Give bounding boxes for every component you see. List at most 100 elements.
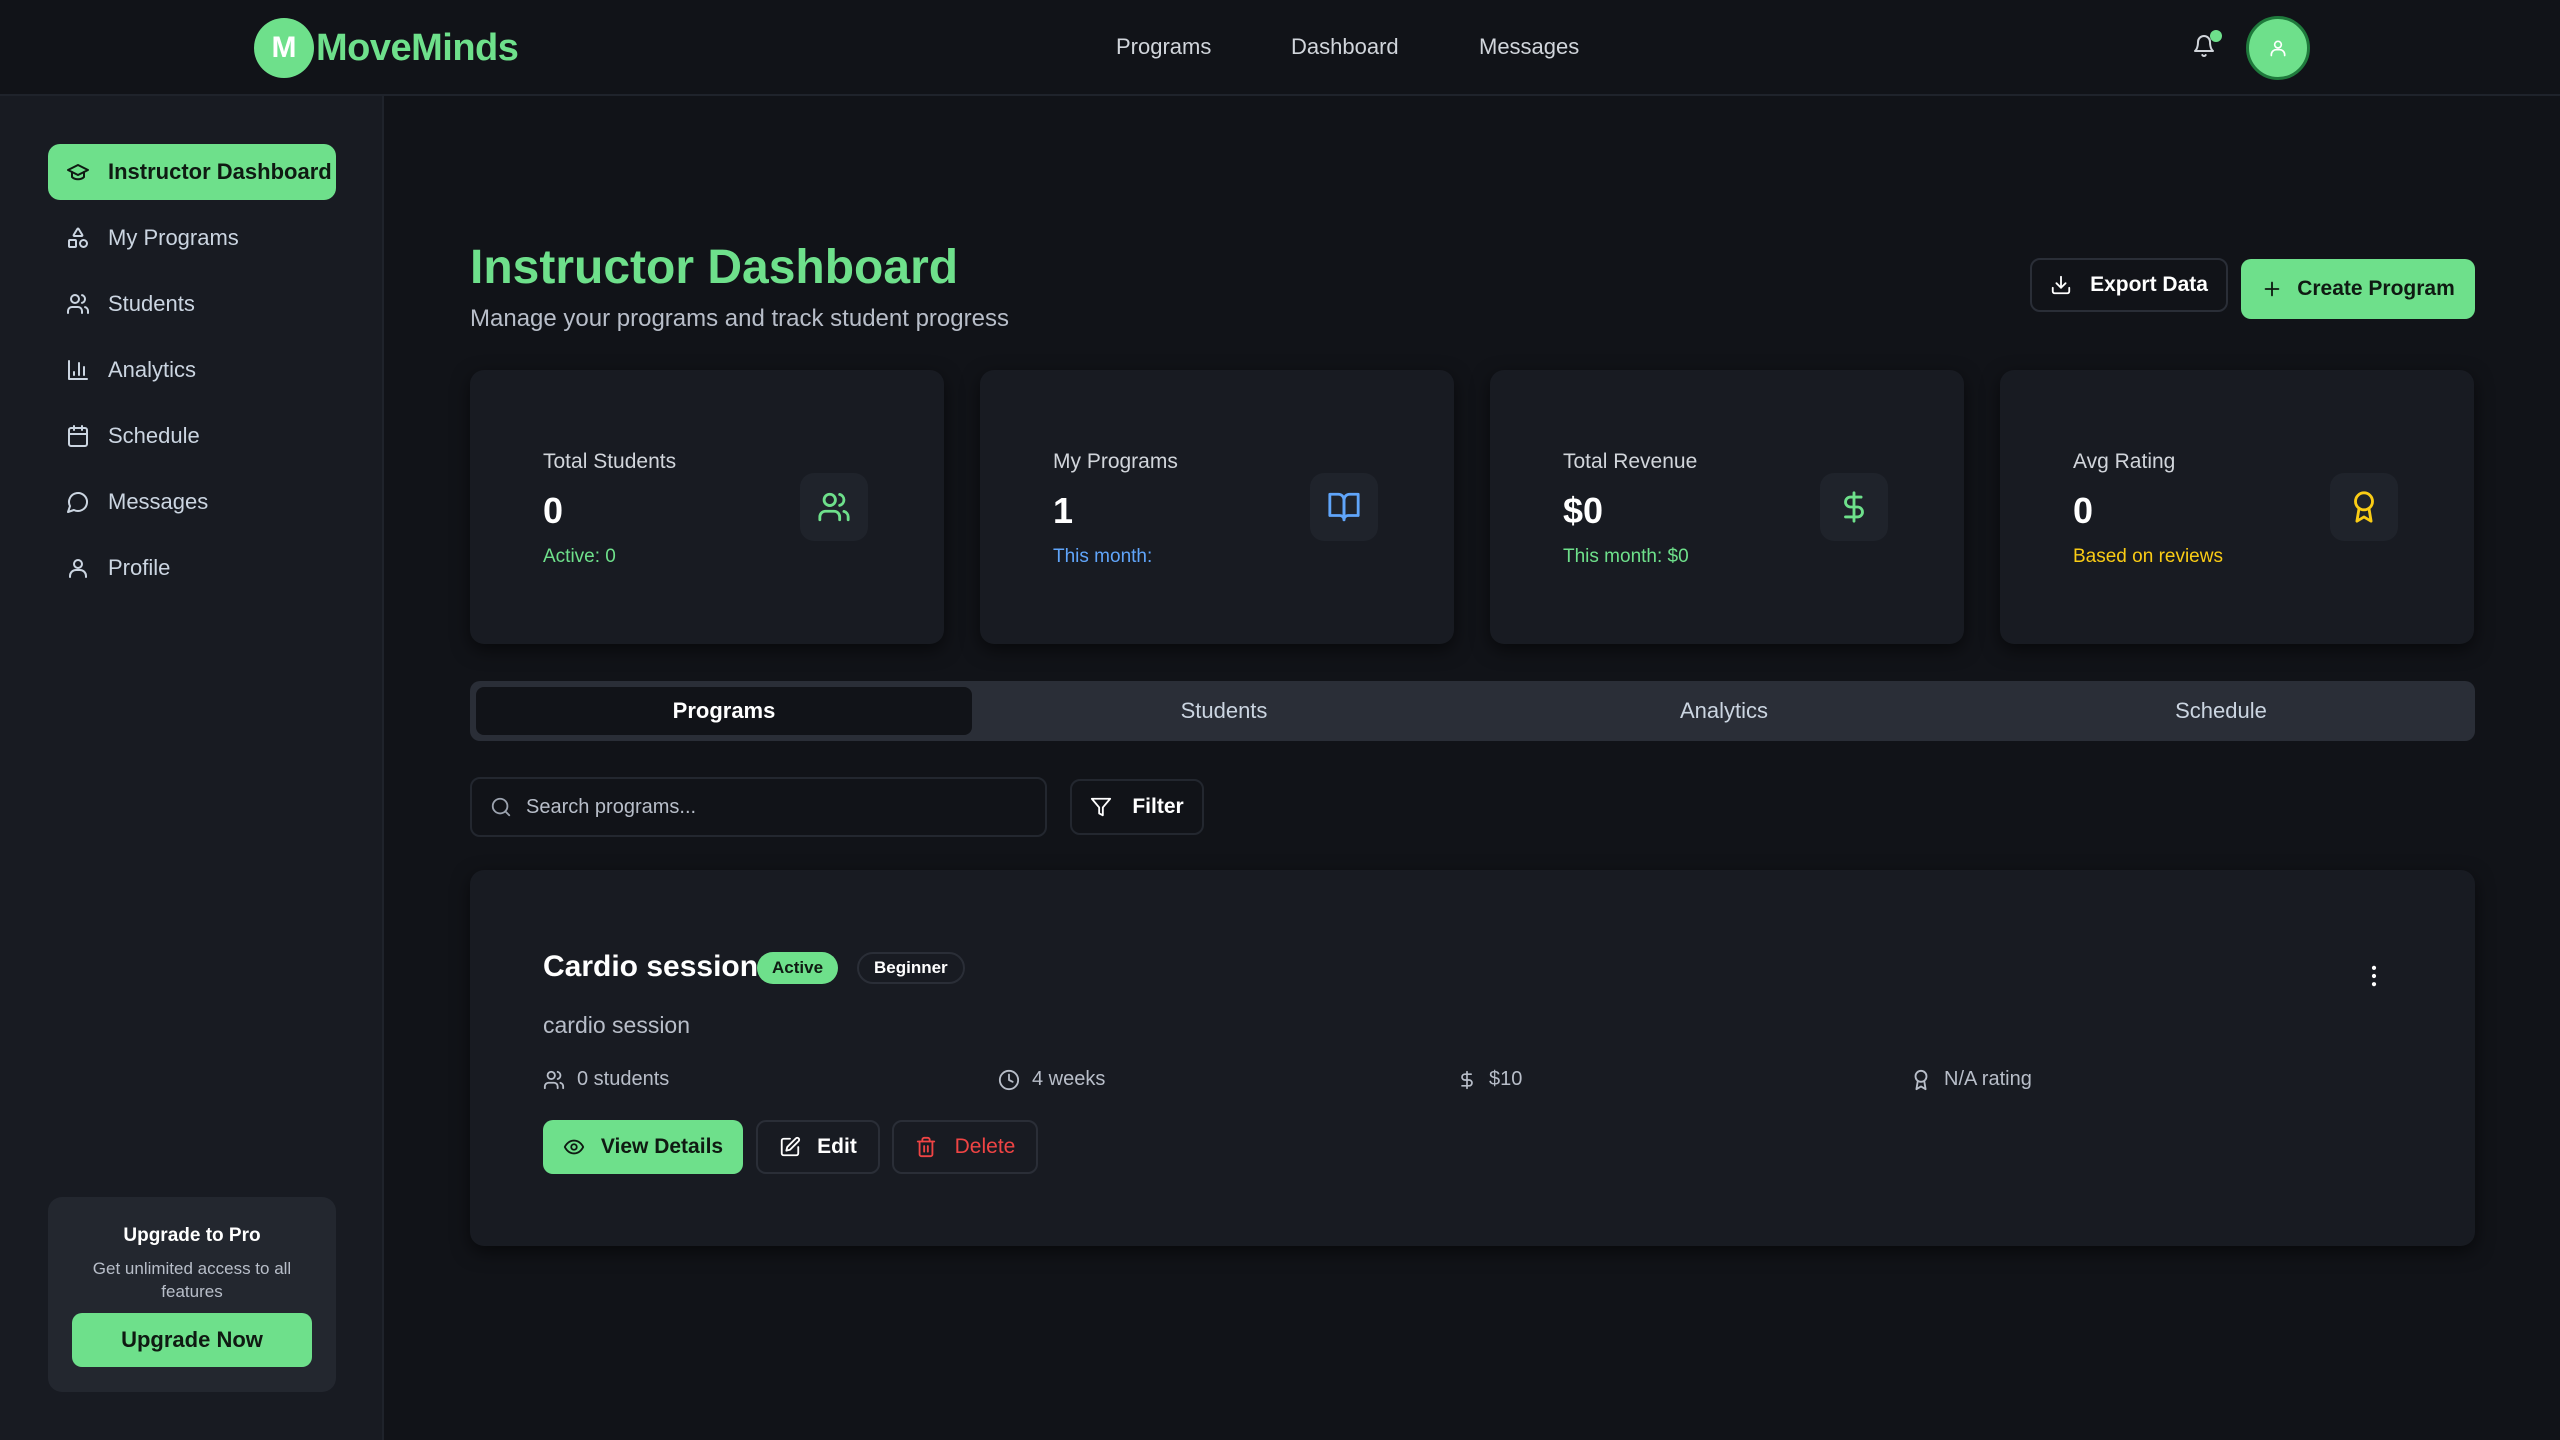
page-subtitle: Manage your programs and track student p…	[470, 305, 1009, 332]
edit-button[interactable]: Edit	[756, 1120, 880, 1174]
edit-icon	[779, 1136, 801, 1158]
stat-card-total-revenue: Total Revenue $0 This month: $0	[1490, 370, 1964, 644]
stat-card-my-programs: My Programs 1 This month:	[980, 370, 1454, 644]
sidebar-item-label: My Programs	[108, 225, 239, 250]
sidebar-item-label: Profile	[108, 555, 171, 580]
upgrade-now-button[interactable]: Upgrade Now	[72, 1313, 312, 1367]
export-data-label: Export Data	[2090, 273, 2208, 296]
dollar-icon	[1457, 1070, 1477, 1090]
topnav-messages[interactable]: Messages	[1479, 34, 1579, 60]
message-icon	[66, 490, 90, 514]
sidebar-item-label: Schedule	[108, 423, 200, 448]
stat-label: Avg Rating	[2073, 450, 2176, 473]
user-icon	[66, 556, 90, 580]
sidebar-item-label: Instructor Dashboard	[108, 159, 332, 184]
stat-value: 1	[1053, 490, 1074, 531]
view-details-label: View Details	[600, 1135, 724, 1158]
plus-icon	[2261, 278, 2283, 300]
search-input[interactable]	[526, 795, 1006, 819]
tab-programs[interactable]: Programs	[476, 687, 972, 735]
stat-value: 0	[543, 490, 564, 531]
upgrade-subtitle: Get unlimited access to all features	[92, 1259, 292, 1301]
book-open-icon	[1310, 473, 1378, 541]
stat-label: My Programs	[1053, 450, 1178, 473]
page-title: Instructor Dashboard	[470, 241, 959, 294]
topnav-dashboard[interactable]: Dashboard	[1291, 34, 1399, 60]
stat-card-total-students: Total Students 0 Active: 0	[470, 370, 944, 644]
more-vertical-icon[interactable]	[2360, 962, 2388, 990]
award-icon	[2330, 473, 2398, 541]
sidebar-item-my-programs[interactable]: My Programs	[48, 210, 336, 266]
create-program-button[interactable]: Create Program	[2241, 259, 2475, 319]
program-duration-text: 4 weeks	[1032, 1068, 1106, 1090]
logo-badge: M	[254, 18, 314, 78]
program-description: cardio session	[543, 1012, 691, 1038]
dollar-icon	[1820, 473, 1888, 541]
program-students-text: 0 students	[577, 1068, 670, 1090]
filter-button[interactable]: Filter	[1070, 779, 1204, 835]
sidebar: Instructor Dashboard My Programs Student…	[0, 96, 384, 1440]
stat-label: Total Students	[543, 450, 677, 473]
tab-bar: Programs Students Analytics Schedule	[470, 681, 2475, 741]
program-title: Cardio session	[543, 950, 759, 983]
stat-card-avg-rating: Avg Rating 0 Based on reviews	[2000, 370, 2474, 644]
filter-label: Filter	[1132, 795, 1184, 818]
program-duration: 4 weeks	[998, 1068, 1105, 1091]
upgrade-title: Upgrade to Pro	[123, 1225, 261, 1246]
status-badge: Active	[757, 952, 839, 984]
export-data-button[interactable]: Export Data	[2030, 258, 2228, 312]
user-icon	[2268, 38, 2288, 58]
sidebar-item-label: Students	[108, 291, 195, 316]
award-icon	[1910, 1069, 1932, 1091]
download-icon	[2050, 274, 2072, 296]
level-badge: Beginner	[857, 952, 965, 984]
search-icon	[490, 796, 512, 818]
tab-students[interactable]: Students	[976, 687, 1472, 735]
sidebar-item-instructor-dashboard[interactable]: Instructor Dashboard	[48, 144, 336, 200]
stat-note: This month: $0	[1563, 546, 1689, 567]
avatar[interactable]	[2246, 16, 2310, 80]
sidebar-item-label: Analytics	[108, 357, 197, 382]
sidebar-item-schedule[interactable]: Schedule	[48, 408, 336, 464]
stat-value: $0	[1563, 490, 1604, 531]
filter-icon	[1090, 796, 1112, 818]
calendar-icon	[66, 424, 90, 448]
users-icon	[800, 473, 868, 541]
sidebar-item-profile[interactable]: Profile	[48, 540, 336, 596]
upgrade-card: Upgrade to Pro Get unlimited access to a…	[48, 1197, 336, 1392]
sidebar-item-messages[interactable]: Messages	[48, 474, 336, 530]
topnav-programs[interactable]: Programs	[1116, 34, 1211, 60]
search-box	[470, 777, 1047, 837]
sidebar-item-label: Messages	[108, 489, 209, 514]
trash-icon	[915, 1136, 937, 1158]
logo[interactable]: M MoveMinds	[254, 18, 519, 78]
delete-button[interactable]: Delete	[892, 1120, 1038, 1174]
tab-schedule[interactable]: Schedule	[1973, 687, 2469, 735]
program-rating-text: N/A rating	[1944, 1068, 2032, 1090]
view-details-button[interactable]: View Details	[543, 1120, 743, 1174]
users-icon	[543, 1069, 565, 1091]
clock-icon	[998, 1069, 1020, 1091]
program-price-text: $10	[1489, 1068, 1523, 1090]
sidebar-item-analytics[interactable]: Analytics	[48, 342, 336, 398]
stat-note: Based on reviews	[2073, 546, 2223, 567]
graduation-cap-icon	[66, 160, 90, 184]
tab-analytics[interactable]: Analytics	[1476, 687, 1972, 735]
program-card: Cardio session Active Beginner cardio se…	[470, 870, 2475, 1246]
edit-label: Edit	[817, 1135, 857, 1158]
brand-name: MoveMinds	[316, 26, 519, 69]
stat-label: Total Revenue	[1563, 450, 1698, 473]
program-rating: N/A rating	[1910, 1068, 2032, 1091]
eye-icon	[563, 1136, 585, 1158]
top-bar: M MoveMinds Programs Dashboard Messages	[0, 0, 2560, 96]
shapes-icon	[66, 226, 90, 250]
stat-note: Active: 0	[543, 546, 616, 567]
bar-chart-icon	[66, 358, 90, 382]
program-students: 0 students	[543, 1068, 669, 1091]
notification-dot	[2210, 30, 2222, 42]
stat-value: 0	[2073, 490, 2094, 531]
program-price: $10	[1457, 1068, 1522, 1091]
delete-label: Delete	[954, 1135, 1016, 1158]
sidebar-item-students[interactable]: Students	[48, 276, 336, 332]
create-program-label: Create Program	[2297, 277, 2455, 300]
